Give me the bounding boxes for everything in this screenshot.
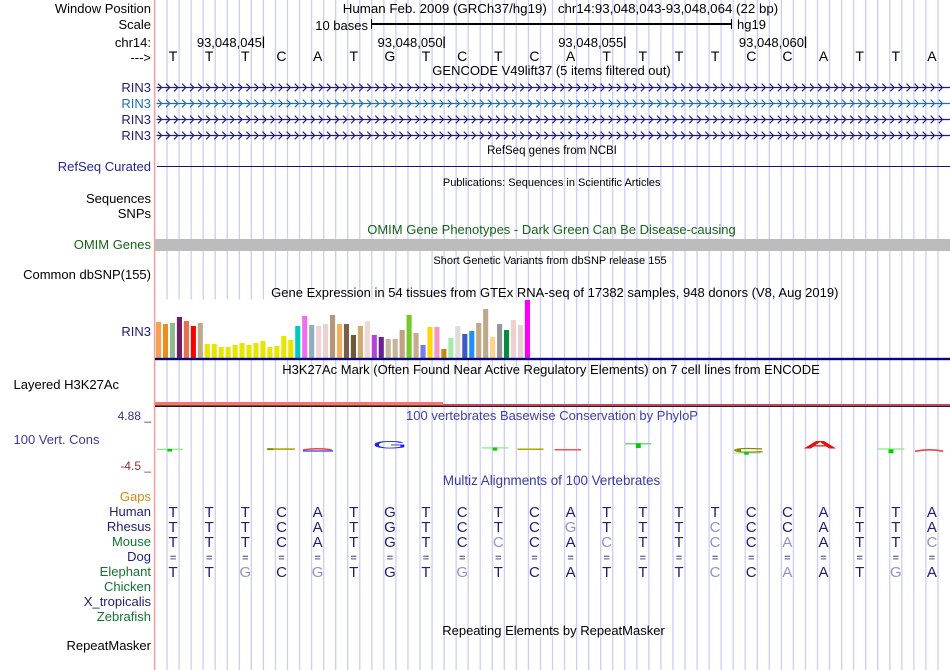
svg-text:T: T [602,564,611,581]
svg-text:T: T [674,534,683,551]
svg-text:C: C [457,534,468,551]
svg-text:C: C [746,534,757,551]
svg-text:T: T [638,564,647,581]
svg-text:T: T [891,534,900,551]
svg-text:T: T [421,564,430,581]
svg-text:T: T [349,564,358,581]
svg-text:A: A [782,534,792,551]
svg-text:T: T [494,564,503,581]
svg-text:C: C [493,534,504,551]
svg-text:C: C [529,534,540,551]
svg-text:T: T [674,564,683,581]
svg-text:C: C [710,534,721,551]
svg-text:T: T [169,564,178,581]
svg-text:A: A [313,534,323,551]
svg-text:C: C [276,564,287,581]
svg-text:T: T [169,534,178,551]
svg-text:T: T [241,534,250,551]
svg-text:C: C [276,534,287,551]
svg-text:C: C [710,564,721,581]
svg-text:G: G [456,564,468,581]
svg-text:T: T [205,564,214,581]
svg-text:G: G [384,564,396,581]
svg-text:A: A [818,534,828,551]
svg-text:A: A [566,534,576,551]
svg-text:T: T [855,564,864,581]
svg-text:C: C [746,564,757,581]
svg-text:T: T [855,534,864,551]
svg-text:C: C [601,534,612,551]
svg-text:C: C [529,564,540,581]
svg-text:G: G [312,564,324,581]
svg-text:G: G [890,564,902,581]
svg-text:A: A [927,564,937,581]
svg-text:G: G [384,534,396,551]
svg-text:A: A [782,564,792,581]
svg-text:T: T [205,534,214,551]
svg-text:A: A [818,564,828,581]
svg-text:T: T [421,534,430,551]
svg-text:T: T [349,534,358,551]
svg-text:G: G [239,564,251,581]
svg-text:A: A [566,564,576,581]
svg-text:T: T [638,534,647,551]
svg-text:C: C [926,534,937,551]
